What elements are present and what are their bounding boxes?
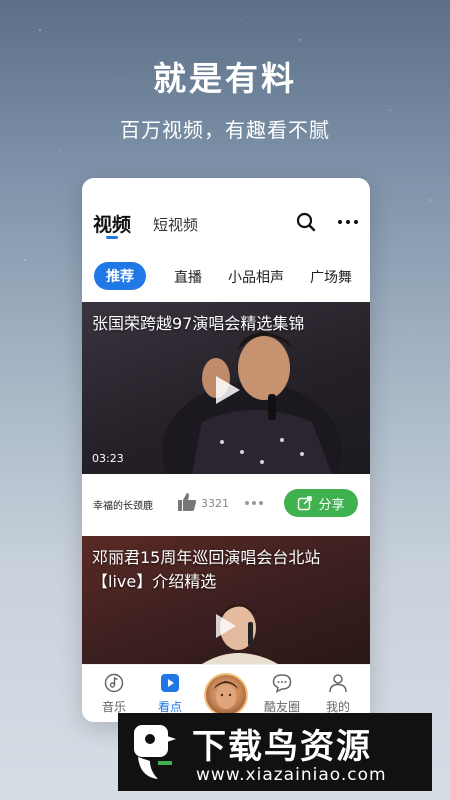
share-button[interactable]: 分享 [284,489,358,517]
play-icon[interactable] [214,374,242,406]
top-bar: 视频 短视频 [82,178,370,248]
more-options-icon[interactable] [244,500,264,506]
search-icon[interactable] [296,212,316,232]
like-count-1: 3321 [201,497,229,510]
category-square-dance[interactable]: 广场舞 [310,267,352,287]
video-author-1[interactable]: 幸福的长颈鹿 [93,497,153,512]
share-icon [298,496,313,511]
category-live[interactable]: 直播 [174,267,202,287]
play-icon[interactable] [214,612,238,640]
promo-headline: 就是有料 [153,59,297,98]
chat-bubble-icon [272,674,292,693]
bird-logo-icon [134,725,176,779]
category-skits[interactable]: 小品相声 [228,267,284,287]
video-duration-1: 03:23 [92,452,124,465]
person-icon [329,674,347,693]
video-title-1: 张国荣跨越97演唱会精选集锦 [92,314,305,333]
watermark-url: www.xiazainiao.com [196,765,387,785]
watermark-title: 下载鸟资源 [192,727,372,767]
play-square-icon [161,674,179,692]
video-card-1[interactable]: 张国荣跨越97演唱会精选集锦 03:23 [82,302,370,474]
more-icon[interactable] [336,214,360,230]
app-screen: 视频 短视频 推荐 直播 小品相声 广场舞 张国荣跨越97演唱会精选集锦 03:… [82,178,370,722]
promo-subline: 百万视频，有趣看不腻 [120,118,330,142]
center-avatar[interactable] [204,673,248,717]
category-recommend[interactable]: 推荐 [94,262,146,290]
tab-video-indicator [106,236,118,239]
video-title-2: 邓丽君15周年巡回演唱会台北站【live】介绍精选 [92,548,321,591]
video-meta-row-1: 幸福的长颈鹿 3321 分享 [82,478,370,530]
video-card-2[interactable]: 邓丽君15周年巡回演唱会台北站【live】介绍精选 [82,536,370,664]
music-disc-icon [104,673,124,693]
tab-video[interactable]: 视频 [93,210,131,237]
thumbs-up-icon[interactable] [177,492,197,512]
tab-short-video[interactable]: 短视频 [153,214,198,235]
avatar-face [214,681,238,709]
share-label: 分享 [318,497,345,513]
category-bar: 推荐 直播 小品相声 广场舞 [82,260,370,292]
watermark-banner: 下载鸟资源 www.xiazainiao.com [118,713,432,791]
